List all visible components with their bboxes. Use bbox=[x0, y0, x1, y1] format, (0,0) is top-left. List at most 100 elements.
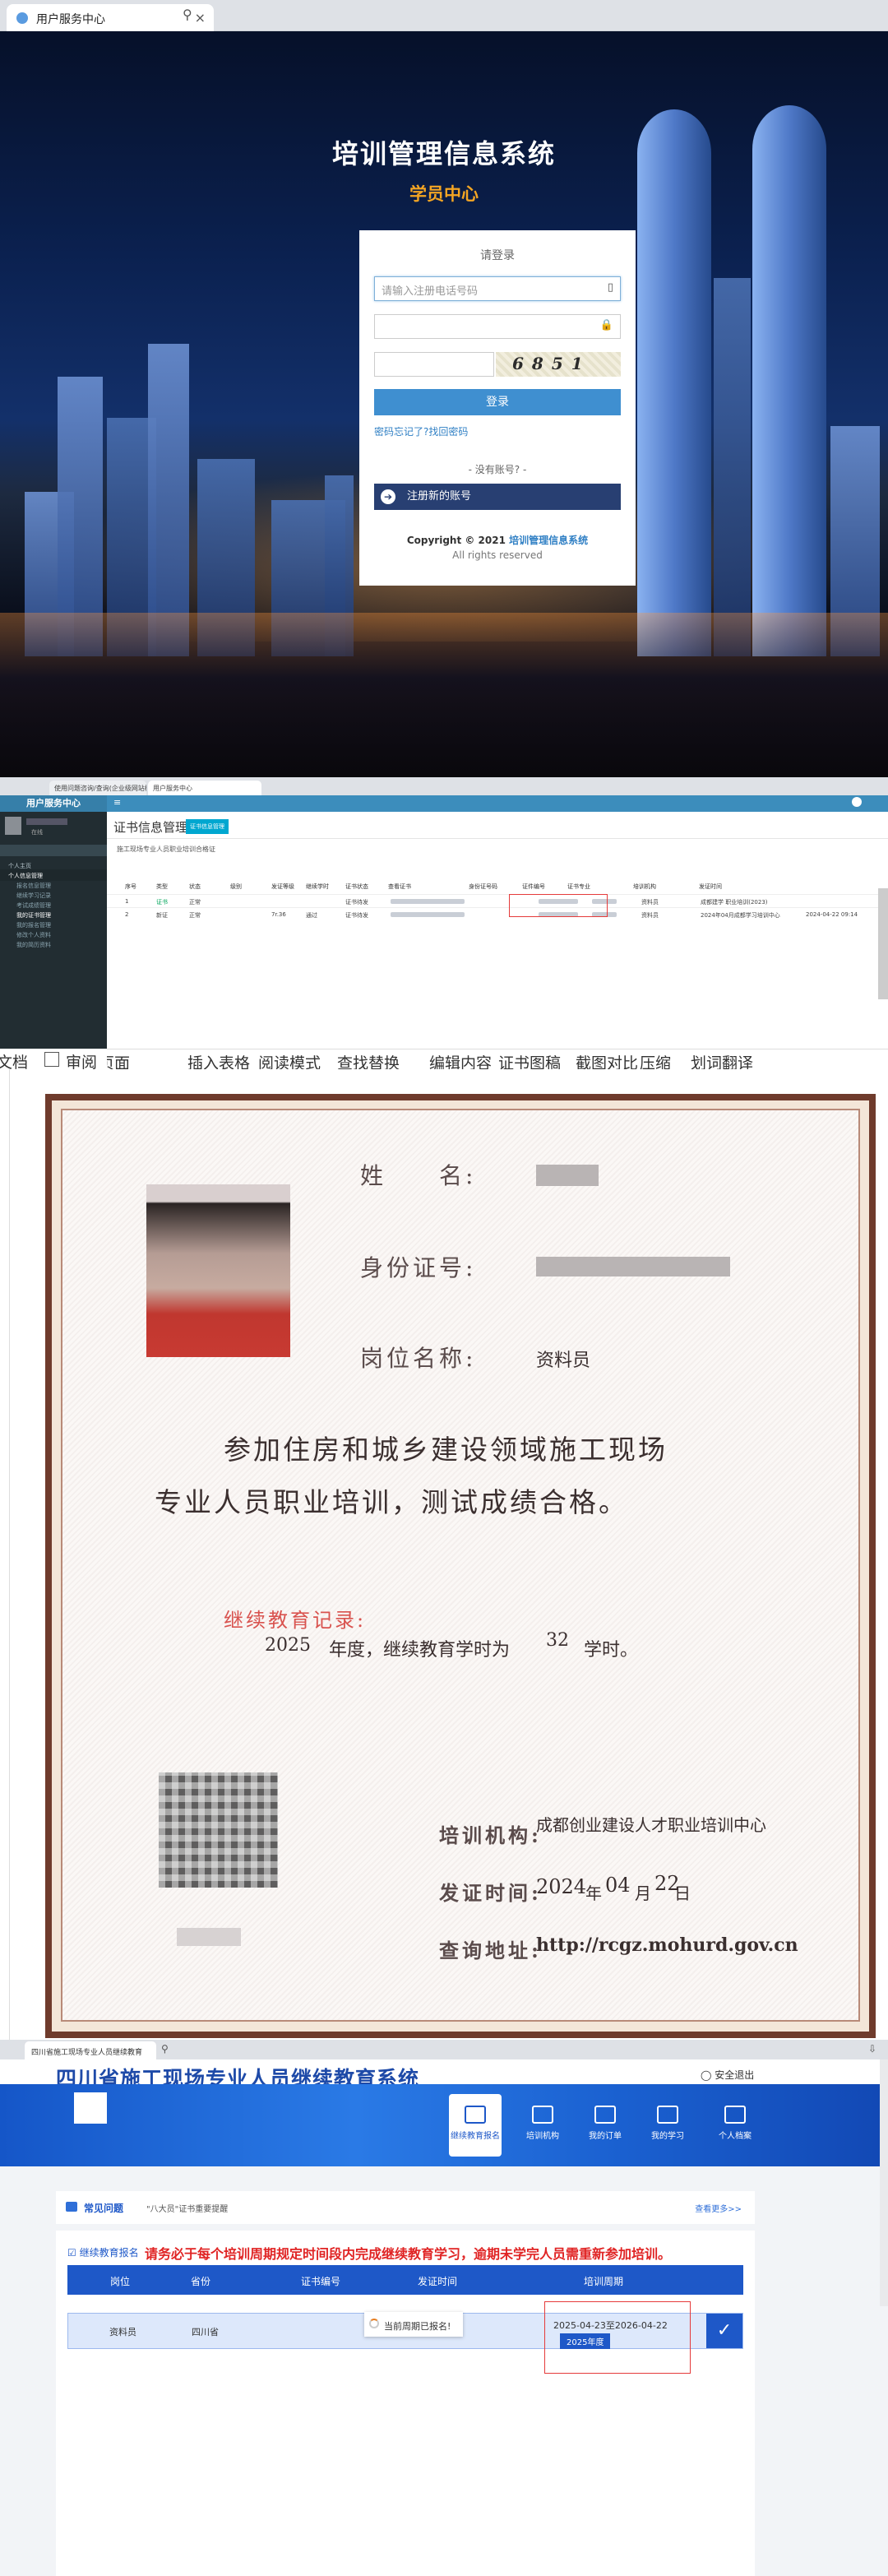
column-header[interactable]: 序号 bbox=[125, 883, 136, 891]
check-icon[interactable]: ✓ bbox=[706, 2314, 742, 2348]
sidebar-search[interactable] bbox=[0, 845, 107, 856]
status-tooltip: 当前周期已报名! bbox=[364, 2312, 463, 2337]
bottom-toolbar-left: 文档 审阅 bbox=[0, 1049, 107, 1069]
column-header[interactable]: 身份证号码 bbox=[469, 883, 497, 891]
search-icon[interactable]: ⚲ bbox=[161, 2043, 169, 2055]
nav-item[interactable]: 个人档案 bbox=[709, 2094, 761, 2157]
toolbar-item[interactable]: 压缩 bbox=[640, 1051, 671, 1069]
table-cell: 新证 bbox=[156, 912, 168, 919]
phone-input[interactable]: 请输入注册电话号码 ▯ bbox=[374, 276, 621, 301]
column-header[interactable]: 发证等级 bbox=[271, 883, 294, 891]
browser-tab-b[interactable]: 用户服务中心 bbox=[148, 781, 261, 795]
forgot-password-link[interactable]: 密码忘记了?找回密码 bbox=[374, 424, 468, 438]
faq-title[interactable]: 常见问题 bbox=[84, 2201, 123, 2215]
year-char: 年 bbox=[585, 1883, 602, 1903]
column-header[interactable]: 发证时间 bbox=[699, 883, 722, 891]
user-name-blurred bbox=[26, 818, 67, 825]
column-header[interactable]: 证件编号 bbox=[522, 883, 545, 891]
nav-label: 我的订单 bbox=[589, 2132, 622, 2141]
toolbar-item[interactable]: 查找替换 bbox=[337, 1051, 400, 1069]
captcha-input[interactable] bbox=[374, 352, 494, 377]
column-header[interactable]: 证书状态 bbox=[345, 883, 368, 891]
ce-tag-label: 继续教育报名 bbox=[79, 2247, 139, 2259]
table-header: 岗位 省份 证书编号 发证时间 培训周期 bbox=[67, 2265, 743, 2295]
lock-icon: 🔒 bbox=[599, 319, 613, 331]
login-screenshot: 用户服务中心 × ⚲ 培训管理信息系统 学员中心 请登录 请输入注册电话号码 ▯… bbox=[0, 0, 888, 777]
register-button[interactable]: ➔ 注册新的账号 bbox=[374, 484, 621, 510]
faq-desc[interactable]: "八大员"证书重要提醒 bbox=[146, 2202, 228, 2214]
ce-record-title: 继续教育记录: bbox=[224, 1609, 367, 1632]
login-button[interactable]: 登录 bbox=[374, 389, 621, 415]
sichuan-screenshot: 四川省施工现场专业人员继续教育 ⚲ ⇩ 四川省施工现场专业人员继续教育系统 ◯ … bbox=[0, 2040, 888, 2576]
issue-label: 发证时间: bbox=[439, 1881, 542, 1905]
org-value: 成都创业建设人才职业培训中心 bbox=[536, 1815, 766, 1835]
safe-exit-link[interactable]: ◯ 安全退出 bbox=[701, 2068, 754, 2082]
nav-item[interactable]: 我的学习 bbox=[641, 2094, 694, 2157]
copyright: Copyright © 2021 培训管理信息系统 bbox=[359, 533, 636, 547]
menu-toggle-icon[interactable]: ≡ bbox=[113, 797, 121, 808]
column-header[interactable]: 状态 bbox=[189, 883, 201, 891]
nav-hero: 继续教育报名 培训机构 我的订单 我的学习 个人档案 bbox=[0, 2084, 888, 2166]
tab-favicon-icon bbox=[16, 12, 28, 24]
search-icon[interactable]: ⚲ bbox=[183, 7, 192, 22]
browser-tab[interactable]: 四川省施工现场专业人员继续教育 bbox=[25, 2041, 156, 2059]
nav-icon bbox=[532, 2106, 553, 2124]
toolbar-item[interactable]: 审阅 bbox=[66, 1050, 97, 1069]
sidebar: 在线 个人主页 个人信息管理 报名信息管理 继续学习记录 考试成绩管理 我的证书管理 我的报… bbox=[0, 812, 107, 1069]
toolbar-item[interactable]: 划词翻译 bbox=[691, 1051, 753, 1069]
cell-position: 资料员 bbox=[109, 2327, 136, 2337]
table-row[interactable]: 1 证书 正常 证书待发 资料员 成都建学 职业培训(2023) bbox=[107, 894, 888, 907]
nav-icon bbox=[465, 2106, 486, 2124]
brand-logo[interactable]: 用户服务中心 bbox=[0, 795, 107, 812]
arrow-right-icon: ➔ bbox=[381, 489, 395, 504]
avatar[interactable] bbox=[852, 797, 862, 807]
table-cell: 证书 bbox=[156, 899, 168, 906]
table-cell: 7r.36 bbox=[271, 911, 286, 918]
safe-exit-label: 安全退出 bbox=[715, 2069, 755, 2081]
nav-item[interactable]: 培训机构 bbox=[516, 2094, 569, 2157]
scrollbar[interactable] bbox=[880, 2059, 888, 2306]
table-cell: 资料员 bbox=[641, 899, 659, 906]
column-header[interactable]: 查看证书 bbox=[388, 883, 411, 891]
table-cell: 成都建学 职业培训(2023) bbox=[701, 899, 768, 906]
system-title: 培训管理信息系统 bbox=[331, 138, 556, 169]
browser-tab-a[interactable]: 使用问题咨询/查询(企业级网站模型) bbox=[49, 781, 146, 795]
column-header[interactable]: 继续学时 bbox=[306, 883, 329, 891]
main-content: 证书信息管理 证书信息管理 施工现场专业人员职业培训合格证 序号 类型 状态 级别 发证… bbox=[107, 812, 888, 1069]
sidebar-user: 在线 bbox=[0, 812, 107, 845]
column-header[interactable]: 类型 bbox=[156, 883, 168, 891]
password-input[interactable]: 🔒 bbox=[374, 314, 621, 339]
toolbar-item[interactable]: 截图对比 bbox=[576, 1051, 638, 1069]
table-cell: 正常 bbox=[189, 912, 201, 919]
bottom-toolbar: 页面 插入表格阅读模式查找替换 编辑内容证书图稿截图对比压缩 划词翻译 bbox=[107, 1049, 888, 1069]
column-header[interactable]: 证书专业 bbox=[567, 883, 590, 891]
sidebar-item[interactable]: 我的简历资料 bbox=[0, 938, 107, 950]
toolbar-item[interactable]: 证书图稿 bbox=[498, 1051, 561, 1069]
faq-bar: 常见问题 "八大员"证书重要提醒 查看更多>> bbox=[56, 2191, 755, 2224]
cert-mgmt-screenshot: 使用问题咨询/查询(企业级网站模型) 用户服务中心 用户服务中心 ≡ 在线 个人… bbox=[0, 777, 888, 1069]
toolbar-item[interactable]: 阅读模式 bbox=[258, 1051, 321, 1069]
warning-text: 请务必于每个培训周期规定时间段内完成继续教育学习，逾期未学完人员需重新参加培训。 bbox=[145, 2246, 672, 2262]
day-char: 日 bbox=[674, 1883, 691, 1903]
blurred-value bbox=[391, 912, 465, 917]
toolbar-item[interactable]: 页面 bbox=[107, 1051, 130, 1069]
column-header[interactable]: 培训机构 bbox=[633, 883, 656, 891]
divider bbox=[107, 838, 888, 839]
scrollbar[interactable] bbox=[878, 888, 888, 999]
captcha-image[interactable]: 6851 bbox=[496, 352, 621, 377]
nav-item[interactable]: 继续教育报名 bbox=[449, 2094, 502, 2157]
table-cell: 2024-04-22 09:14 bbox=[806, 911, 858, 918]
table-cell: 2 bbox=[125, 911, 129, 918]
nav-item[interactable]: 我的订单 bbox=[579, 2094, 631, 2157]
close-icon[interactable]: × bbox=[195, 10, 206, 25]
toolbar-item[interactable]: 插入表格 bbox=[187, 1051, 250, 1069]
table-row[interactable]: 2 新证 正常 7r.36 通过 证书待发 资料员 2024年04月成都学习培训中心 2024-… bbox=[107, 907, 888, 920]
toolbar-item[interactable]: 编辑内容 bbox=[429, 1051, 492, 1069]
copyright-org[interactable]: 培训管理信息系统 bbox=[509, 535, 588, 546]
faq-more-link[interactable]: 查看更多>> bbox=[695, 2202, 742, 2214]
download-icon[interactable]: ⇩ bbox=[868, 2043, 876, 2055]
cell-province: 四川省 bbox=[192, 2327, 219, 2337]
toolbar-item[interactable]: 文档 bbox=[0, 1050, 28, 1069]
no-account-text: - 没有账号? - bbox=[468, 464, 527, 475]
column-header[interactable]: 级别 bbox=[230, 883, 242, 891]
